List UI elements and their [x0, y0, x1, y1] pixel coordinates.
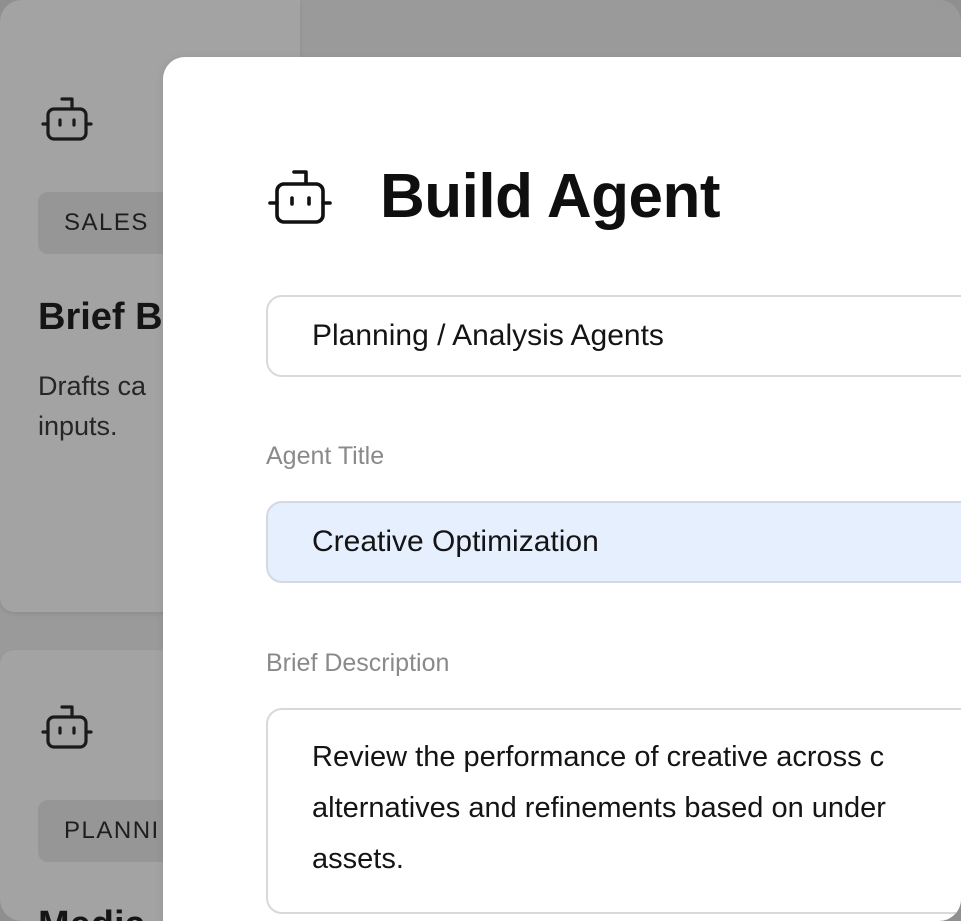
brief-description-textarea[interactable]: Review the performance of creative acros… — [266, 708, 961, 914]
robot-icon — [268, 170, 332, 224]
build-agent-modal: Build Agent Planning / Analysis Agents A… — [163, 57, 961, 921]
category-tag: SALES — [38, 192, 175, 254]
agent-title-label: Agent Title — [266, 442, 385, 470]
modal-title: Build Agent — [380, 162, 721, 231]
app-frame: SALES Brief B Drafts ca inputs. PLANNI M… — [0, 0, 961, 921]
description-line: assets. — [312, 843, 404, 875]
robot-icon — [41, 97, 93, 141]
agent-title-input[interactable]: Creative Optimization — [266, 501, 961, 583]
robot-icon — [41, 705, 93, 749]
description-line: Review the performance of creative acros… — [312, 741, 885, 773]
card-title: Media — [38, 904, 146, 921]
description-line: alternatives and refinements based on un… — [312, 792, 886, 824]
agent-category-select[interactable]: Planning / Analysis Agents — [266, 295, 961, 377]
brief-description-label: Brief Description — [266, 649, 450, 677]
card-title: Brief B — [38, 296, 163, 338]
